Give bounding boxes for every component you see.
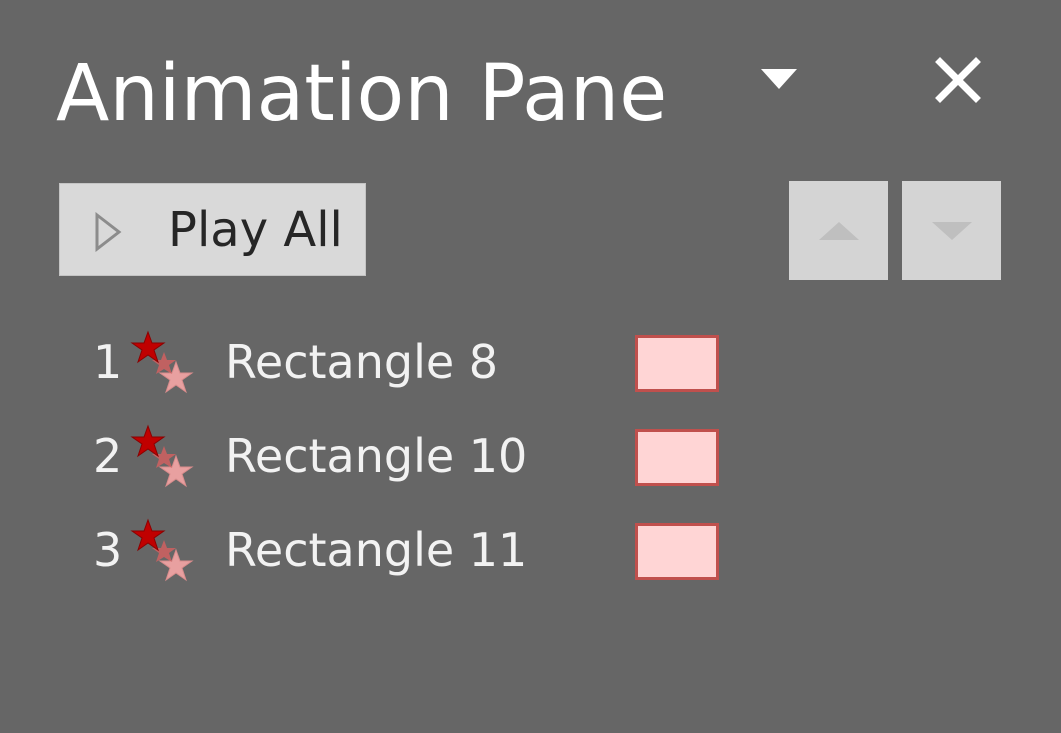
emphasis-star-icon [130, 518, 194, 582]
close-button[interactable] [926, 48, 990, 112]
pane-title: Animation Pane [56, 49, 668, 139]
animation-target-name: Rectangle 11 [225, 523, 528, 577]
animation-target-name: Rectangle 8 [225, 335, 499, 389]
timing-bar[interactable] [635, 429, 719, 486]
animation-order-number: 3 [93, 523, 123, 577]
animation-pane: Animation Pane Play All 1 Rectangle 8 2 … [0, 0, 1061, 733]
animation-order-number: 2 [93, 429, 123, 483]
pane-options-button[interactable] [752, 56, 806, 100]
timing-bar[interactable] [635, 335, 719, 392]
animation-item[interactable]: 2 Rectangle 10 [0, 412, 760, 506]
emphasis-star-icon [130, 330, 194, 394]
up-triangle-icon [818, 221, 859, 240]
move-earlier-button[interactable] [789, 181, 888, 280]
chevron-down-icon [761, 69, 797, 89]
timing-bar[interactable] [635, 523, 719, 580]
animation-target-name: Rectangle 10 [225, 429, 528, 483]
emphasis-star-icon [130, 424, 194, 488]
play-all-button[interactable]: Play All [59, 183, 366, 276]
down-triangle-icon [931, 221, 972, 240]
move-later-button[interactable] [902, 181, 1001, 280]
animation-order-number: 1 [93, 335, 123, 389]
play-icon [95, 212, 122, 252]
animation-item[interactable]: 1 Rectangle 8 [0, 318, 760, 412]
play-all-label: Play All [168, 202, 343, 258]
close-icon [935, 57, 981, 103]
animation-item[interactable]: 3 Rectangle 11 [0, 506, 760, 600]
